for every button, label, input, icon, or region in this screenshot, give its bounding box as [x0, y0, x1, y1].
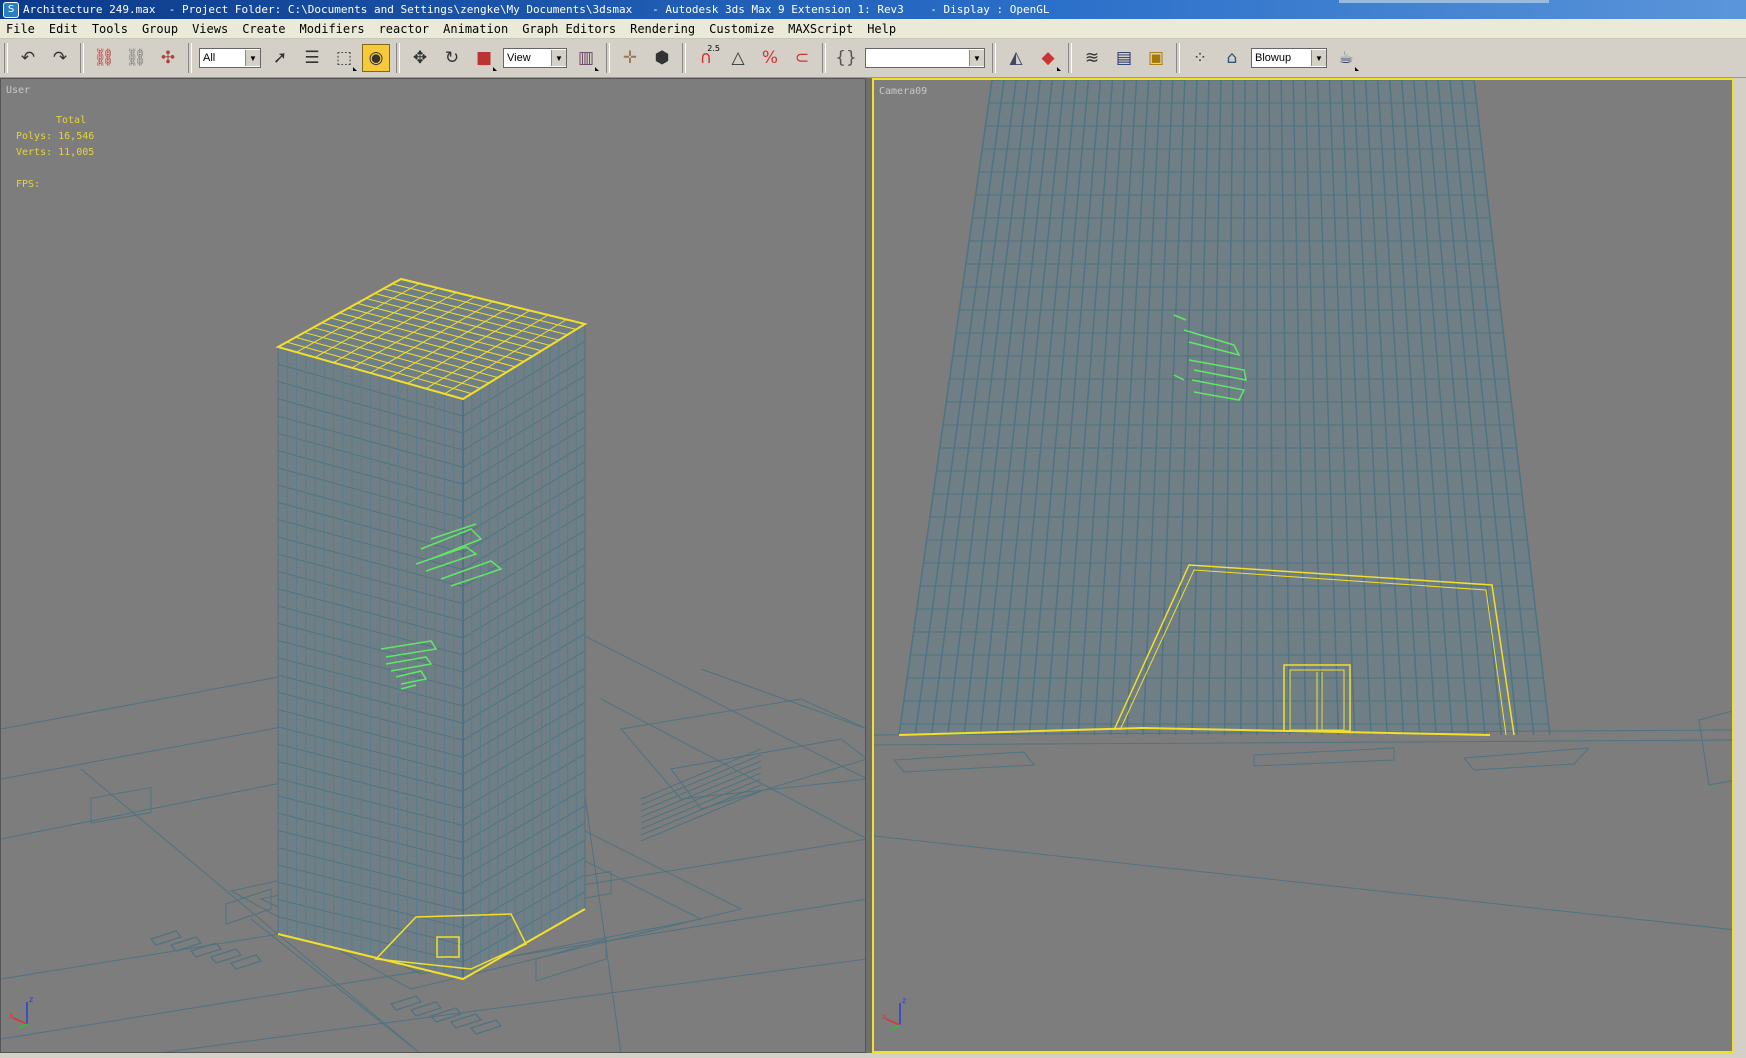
app-icon[interactable]: S [3, 1, 19, 18]
menu-modifiers[interactable]: Modifiers [294, 22, 373, 36]
reference-coordinate-dropdown[interactable]: View ▼ [503, 48, 567, 68]
stats-header: Total [56, 115, 87, 126]
select-by-name-icon[interactable]: ☰ [298, 44, 326, 72]
chevron-down-icon[interactable]: ▼ [969, 50, 984, 66]
title-project: - Project Folder: C:\Documents and Setti… [155, 3, 633, 16]
toolbar-separator [80, 43, 84, 73]
chevron-down-icon[interactable]: ▼ [1311, 50, 1326, 66]
spinner-snap-icon[interactable]: ⊂ [788, 44, 816, 72]
ground-wireframe [874, 710, 1732, 931]
stairs-wireframe [640, 748, 762, 842]
title-bar: S Architecture 249.max - Project Folder:… [0, 0, 1746, 19]
toolbar-separator [822, 43, 826, 73]
curve-editor-icon[interactable]: ▤ [1110, 44, 1138, 72]
menu-animation[interactable]: Animation [437, 22, 516, 36]
bind-space-warp-icon[interactable]: ✣ [154, 44, 182, 72]
status-bar-edge [0, 1053, 1746, 1058]
select-object-icon[interactable]: ➚ [266, 44, 294, 72]
named-selection-dropdown[interactable]: ▼ [865, 48, 985, 68]
viewport-label[interactable]: Camera09 [879, 86, 927, 97]
rotate-icon[interactable]: ↻ [438, 44, 466, 72]
user-viewport-scene [1, 277, 865, 1052]
redo-icon[interactable]: ↷ [46, 44, 74, 72]
toolbar-separator [682, 43, 686, 73]
snap-value-label: 2.5 [707, 44, 720, 53]
undo-icon[interactable]: ↶ [14, 44, 42, 72]
menu-rendering[interactable]: Rendering [624, 22, 703, 36]
quick-render-teapot-icon[interactable]: ☕ [1332, 44, 1360, 72]
window-crossing-icon[interactable]: ◉ [362, 44, 390, 72]
toolbar-grip [4, 43, 8, 73]
main-toolbar: ↶ ↷ ⛓ ⛓ ✣ All ▼ ➚ ☰ ⬚ ◉ ✥ ↻ ■ View ▼ ▥ ✛… [0, 39, 1746, 78]
menu-edit[interactable]: Edit [43, 22, 86, 36]
unlink-icon[interactable]: ⛓ [122, 44, 150, 72]
percent-snap-icon[interactable]: % [756, 44, 784, 72]
stats-polys: Polys: 16,546 [16, 131, 95, 142]
material-editor-icon[interactable]: ⁘ [1186, 44, 1214, 72]
toolbar-separator [1068, 43, 1072, 73]
chevron-down-icon[interactable]: ▼ [551, 50, 566, 66]
menu-customize[interactable]: Customize [703, 22, 782, 36]
selection-filter-dropdown[interactable]: All ▼ [199, 48, 261, 68]
toolbar-separator [1176, 43, 1180, 73]
selection-filter-value: All [203, 52, 216, 64]
axis-gizmo-icon: z x [882, 996, 906, 1030]
title-display: - Display : OpenGL [903, 3, 1050, 16]
render-scene-icon[interactable]: ⌂ [1218, 44, 1246, 72]
title-decoration [1339, 0, 1549, 3]
angle-snap-icon[interactable]: △ [724, 44, 752, 72]
toolbar-separator [396, 43, 400, 73]
stats-fps: FPS: [16, 179, 41, 190]
mirror-icon[interactable]: ◭ [1002, 44, 1030, 72]
menu-maxscript[interactable]: MAXScript [782, 22, 861, 36]
menu-tools[interactable]: Tools [86, 22, 136, 36]
align-icon[interactable]: ◆ [1034, 44, 1062, 72]
statistics-overlay: Total Polys: 16,546 Verts: 11,005 FPS: [16, 113, 94, 193]
menu-create[interactable]: Create [236, 22, 293, 36]
menu-graph-editors[interactable]: Graph Editors [516, 22, 624, 36]
svg-text:z: z [902, 996, 906, 1005]
layer-manager-icon[interactable]: ≋ [1078, 44, 1106, 72]
viewport-camera[interactable]: Camera09 z x [872, 78, 1734, 1053]
viewport-user[interactable]: User Total Polys: 16,546 Verts: 11,005 F… [0, 78, 866, 1053]
tower-wireframe [275, 277, 588, 981]
menu-group[interactable]: Group [136, 22, 186, 36]
reference-coordinate-value: View [507, 52, 531, 64]
menu-bar: File Edit Tools Group Views Create Modif… [0, 19, 1746, 39]
menu-file[interactable]: File [0, 22, 43, 36]
command-panel-edge[interactable] [1734, 78, 1746, 1053]
svg-text:x: x [882, 1012, 887, 1021]
menu-reactor[interactable]: reactor [373, 22, 438, 36]
stats-verts: Verts: 11,005 [16, 147, 95, 158]
title-file: Architecture 249.max [23, 3, 156, 16]
toolbar-separator [188, 43, 192, 73]
menu-views[interactable]: Views [186, 22, 236, 36]
scale-icon[interactable]: ■ [470, 44, 498, 72]
rectangular-selection-icon[interactable]: ⬚ [330, 44, 358, 72]
camera-viewport-scene [874, 80, 1732, 931]
toolbar-separator [606, 43, 610, 73]
toolbar-separator [992, 43, 996, 73]
render-preset-dropdown[interactable]: Blowup ▼ [1251, 48, 1327, 68]
render-preset-value: Blowup [1255, 52, 1292, 64]
keyboard-shortcut-override-icon[interactable]: ⬢ [648, 44, 676, 72]
menu-help[interactable]: Help [861, 22, 904, 36]
use-pivot-center-icon[interactable]: ▥ [572, 44, 600, 72]
axis-gizmo-icon: z x [9, 995, 33, 1029]
select-and-link-icon[interactable]: ⛓ [90, 44, 118, 72]
manipulate-icon[interactable]: ✛ [616, 44, 644, 72]
edit-named-selection-icon[interactable]: {} [832, 44, 860, 72]
svg-text:x: x [9, 1011, 14, 1020]
chevron-down-icon[interactable]: ▼ [245, 50, 260, 66]
viewport-label[interactable]: User [6, 85, 30, 96]
move-icon[interactable]: ✥ [406, 44, 434, 72]
svg-text:z: z [29, 995, 33, 1004]
snap-toggle-icon[interactable]: ∩ 2.5 [692, 44, 720, 72]
schematic-view-icon[interactable]: ▣ [1142, 44, 1170, 72]
title-app: - Autodesk 3ds Max 9 Extension 1: Rev3 [632, 3, 904, 16]
